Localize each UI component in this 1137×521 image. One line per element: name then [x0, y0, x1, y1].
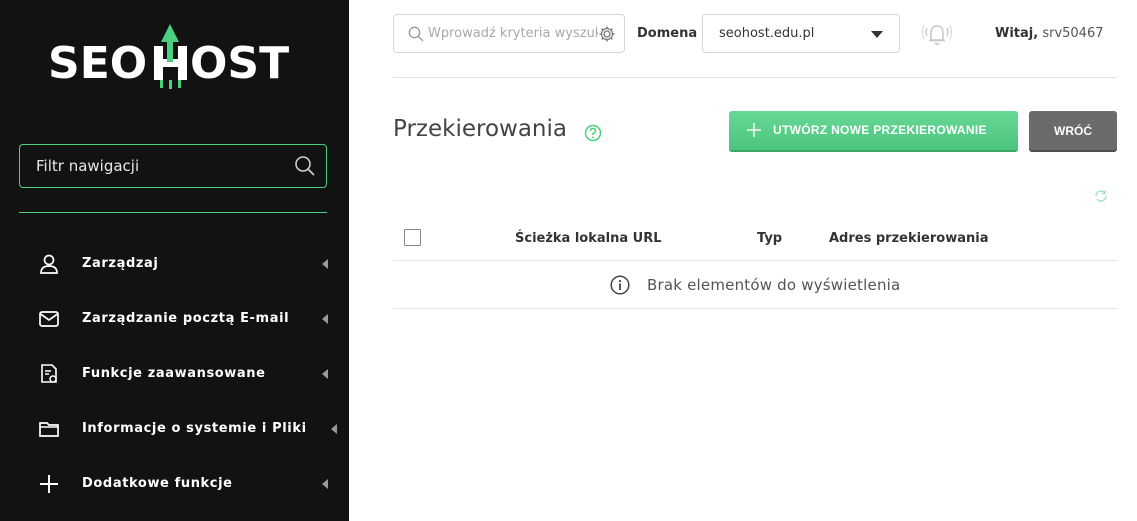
domain-select-value: seohost.edu.pl	[719, 26, 815, 41]
sidebar-item-label: Funkcje zaawansowane	[82, 366, 266, 381]
info-icon	[610, 275, 630, 295]
caret-left-icon	[322, 479, 328, 489]
sidebar-divider	[19, 212, 327, 213]
sidebar-item-email[interactable]: Zarządzanie pocztą E-mail	[0, 292, 349, 347]
chevron-down-icon	[871, 31, 883, 38]
column-header-type[interactable]: Typ	[757, 231, 782, 246]
sidebar-item-label: Zarządzaj	[82, 256, 159, 271]
nav-filter-input[interactable]	[36, 145, 286, 187]
caret-left-icon	[322, 369, 328, 379]
sidebar-item-system-files[interactable]: Informacje o systemie i Pliki	[0, 402, 349, 457]
search-icon	[408, 26, 424, 42]
create-redirect-button[interactable]: UTWÓRZ NOWE PRZEKIEROWANIE	[729, 111, 1018, 150]
welcome-text[interactable]: Witaj, srv50467	[995, 26, 1104, 41]
plus-icon	[747, 123, 761, 137]
column-header-local-path[interactable]: Ścieżka lokalna URL	[515, 231, 662, 246]
select-all-checkbox[interactable]	[404, 229, 421, 246]
sidebar-item-label: Dodatkowe funkcje	[82, 476, 233, 491]
global-search-input[interactable]	[428, 15, 598, 52]
sidebar-item-advanced[interactable]: Funkcje zaawansowane	[0, 347, 349, 402]
help-icon[interactable]	[584, 124, 602, 142]
document-gear-icon	[41, 364, 57, 383]
sidebar: SEO OST Zarządzaj	[0, 0, 349, 521]
global-search-box	[393, 14, 625, 53]
gear-icon[interactable]	[598, 25, 616, 43]
domain-label: Domena	[637, 26, 698, 41]
header-divider	[393, 77, 1117, 78]
table-header: Ścieżka lokalna URL Typ Adres przekierow…	[393, 220, 1117, 261]
empty-table-message: Brak elementów do wyświetlenia	[647, 276, 901, 294]
welcome-prefix: Witaj,	[995, 26, 1039, 41]
logo-text-right: OST	[190, 38, 289, 89]
sidebar-item-label: Informacje o systemie i Pliki	[82, 421, 307, 436]
column-header-redirect-address[interactable]: Adres przekierowania	[829, 231, 989, 246]
notification-bell-icon[interactable]	[921, 20, 953, 48]
sidebar-item-extra[interactable]: Dodatkowe funkcje	[0, 457, 349, 512]
sidebar-item-manage[interactable]: Zarządzaj	[0, 237, 349, 292]
sidebar-item-label: Zarządzanie pocztą E-mail	[82, 311, 290, 326]
user-icon	[40, 254, 58, 274]
page-title: Przekierowania	[393, 116, 567, 142]
table-empty-row: Brak elementów do wyświetlenia	[393, 261, 1117, 309]
back-button[interactable]: WRÓĆ	[1029, 111, 1117, 150]
sidebar-nav: Zarządzaj Zarządzanie pocztą E-mail Funk…	[0, 237, 349, 512]
logo-text-left: SEO	[48, 38, 147, 89]
logo-rocket-h	[154, 24, 187, 89]
caret-left-icon	[331, 424, 337, 434]
username: srv50467	[1042, 26, 1104, 41]
folder-icon	[39, 422, 59, 437]
create-redirect-label: UTWÓRZ NOWE PRZEKIEROWANIE	[773, 123, 987, 137]
nav-filter-box	[19, 144, 327, 188]
refresh-icon[interactable]	[1094, 189, 1108, 203]
seohost-logo[interactable]: SEO OST	[46, 22, 306, 90]
caret-left-icon	[322, 259, 328, 269]
caret-left-icon	[322, 314, 328, 324]
mail-icon	[39, 311, 59, 327]
plus-icon	[40, 475, 58, 493]
domain-select[interactable]: seohost.edu.pl	[702, 14, 900, 53]
search-icon[interactable]	[294, 155, 316, 177]
